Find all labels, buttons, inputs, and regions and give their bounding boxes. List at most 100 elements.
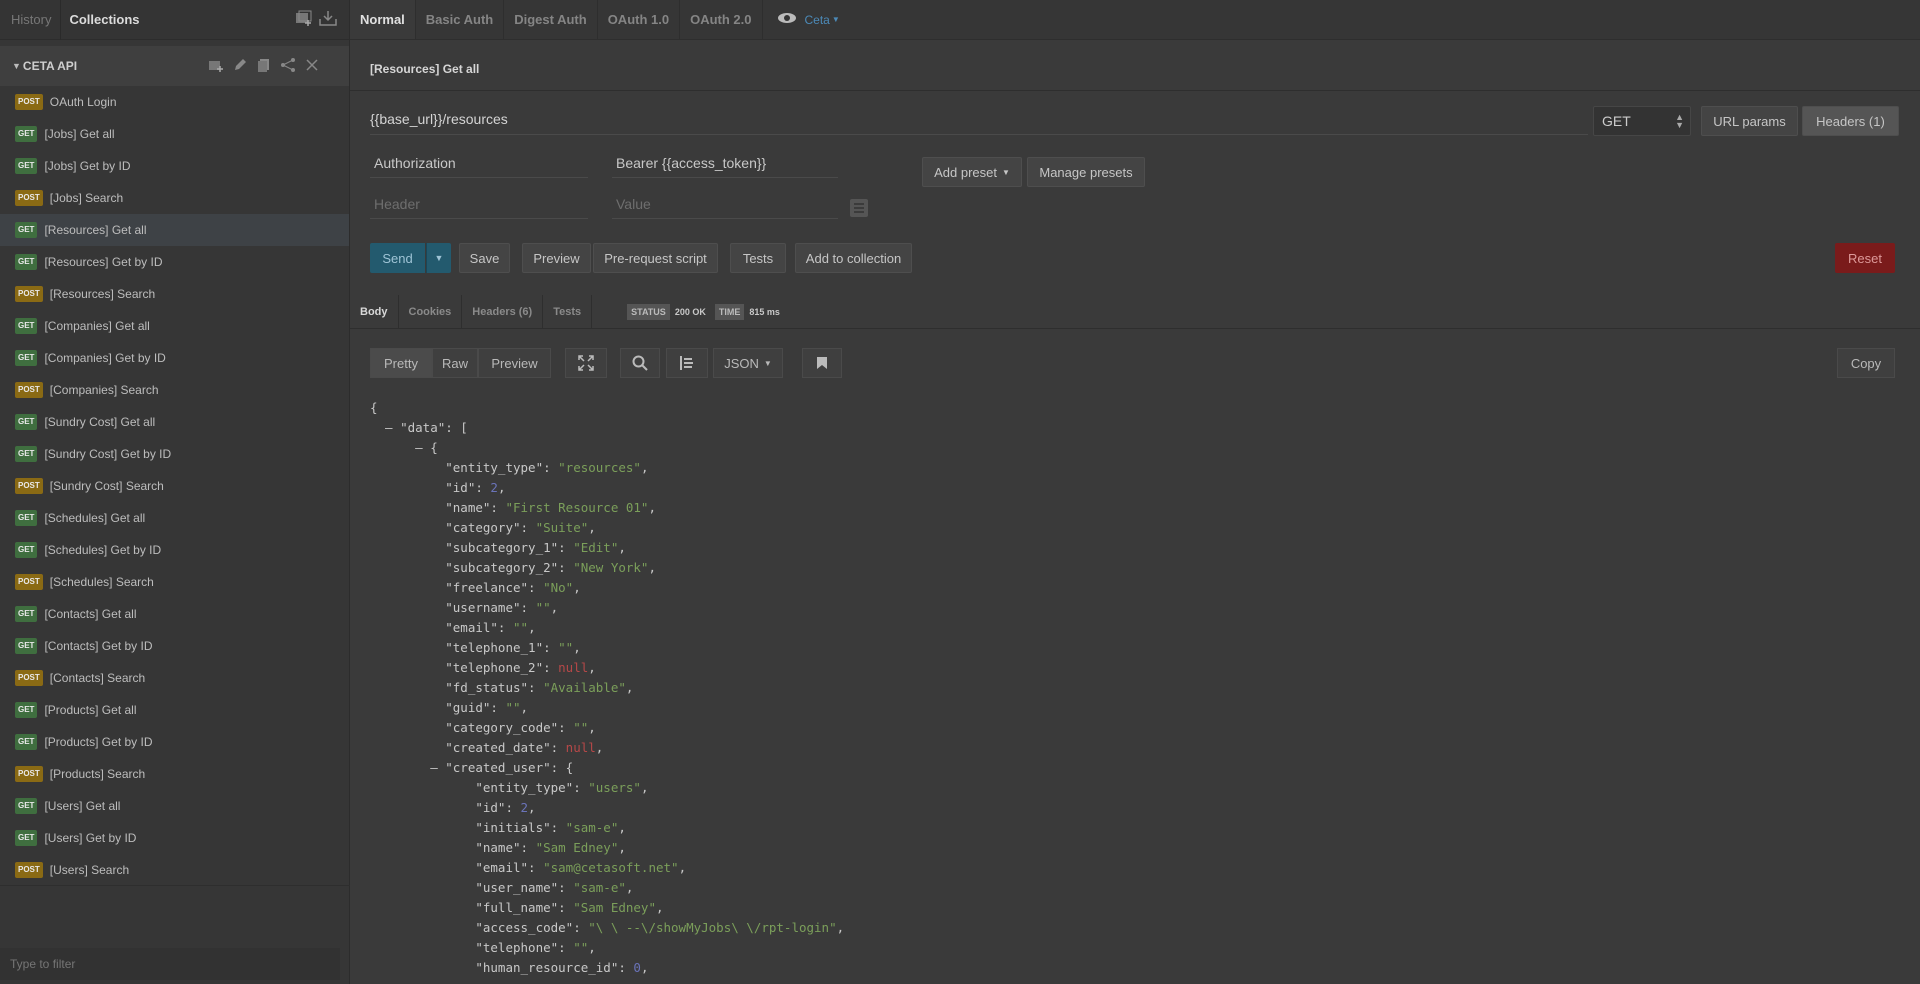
request-item[interactable]: GET [Companies] Get all <box>0 310 349 342</box>
response-tabs: Body Cookies Headers (6) Tests STATUS 20… <box>350 295 1920 329</box>
headers-button[interactable]: Headers (1) <box>1802 106 1899 136</box>
collection-header[interactable]: ▼ CETA API <box>0 46 349 86</box>
json-line: "access_code": "\ \ --\/showMyJobs\ \/rp… <box>370 918 844 938</box>
share-icon[interactable] <box>279 57 297 73</box>
request-item[interactable]: POST [Companies] Search <box>0 374 349 406</box>
request-item[interactable]: GET [Users] Get by ID <box>0 822 349 854</box>
tab-response-headers[interactable]: Headers (6) <box>462 295 544 328</box>
tab-response-tests[interactable]: Tests <box>543 295 593 328</box>
manage-presets-button[interactable]: Manage presets <box>1027 157 1145 187</box>
duplicate-icon[interactable] <box>255 57 273 73</box>
tab-normal[interactable]: Normal <box>350 0 416 39</box>
collapse-triangle-icon[interactable]: ▼ <box>12 61 21 71</box>
request-item[interactable]: GET [Sundry Cost] Get by ID <box>0 438 349 470</box>
tab-oauth1[interactable]: OAuth 1.0 <box>598 0 681 39</box>
import-icon[interactable] <box>319 10 337 26</box>
delete-icon[interactable] <box>303 57 321 73</box>
edit-icon[interactable] <box>231 57 249 73</box>
prerequest-script-button[interactable]: Pre-request script <box>593 243 718 273</box>
pretty-button[interactable]: Pretty <box>370 348 432 378</box>
add-to-collection-button[interactable]: Add to collection <box>795 243 912 273</box>
new-collection-icon[interactable] <box>295 10 313 26</box>
send-options-chevron-icon[interactable]: ▼ <box>426 243 451 273</box>
json-token: , <box>618 540 626 555</box>
raw-button[interactable]: Raw <box>432 348 478 378</box>
json-token: , <box>678 860 687 875</box>
json-line: "name": "First Resource 01", <box>370 498 844 518</box>
environment-selector[interactable]: Ceta ▼ <box>777 0 840 39</box>
request-item[interactable]: POST [Schedules] Search <box>0 566 349 598</box>
header-value-field[interactable]: Bearer {{access_token}} <box>612 152 838 178</box>
url-params-button[interactable]: URL params <box>1701 106 1798 136</box>
request-item[interactable]: GET [Companies] Get by ID <box>0 342 349 374</box>
filter-input[interactable] <box>0 948 340 980</box>
tab-history[interactable]: History <box>11 12 51 27</box>
fullscreen-icon[interactable] <box>565 348 607 378</box>
method-select[interactable]: GET ▲ ▼ <box>1593 106 1691 136</box>
sidebar-tools <box>295 10 337 26</box>
request-item[interactable]: GET [Jobs] Get by ID <box>0 150 349 182</box>
header-key-field[interactable]: Authorization <box>370 152 588 178</box>
json-token: 0 <box>633 960 641 975</box>
request-item[interactable]: POST [Sundry Cost] Search <box>0 470 349 502</box>
search-icon[interactable] <box>620 348 660 378</box>
request-item[interactable]: GET [Resources] Get all <box>0 214 349 246</box>
bookmark-icon[interactable] <box>802 348 842 378</box>
response-preview-button[interactable]: Preview <box>478 348 551 378</box>
send-button[interactable]: Send <box>370 243 425 273</box>
json-token: "users" <box>588 780 641 795</box>
request-item[interactable]: GET [Resources] Get by ID <box>0 246 349 278</box>
header-value-placeholder-field[interactable]: Value <box>612 193 838 219</box>
request-item[interactable]: GET [Users] Get all <box>0 790 349 822</box>
request-item[interactable]: GET [Products] Get all <box>0 694 349 726</box>
json-token: "id": <box>370 480 491 495</box>
request-label: [Jobs] Get all <box>44 127 115 141</box>
json-token: , <box>588 720 596 735</box>
url-input[interactable]: {{base_url}}/resources <box>370 107 1588 135</box>
add-preset-button[interactable]: Add preset ▼ <box>922 157 1022 187</box>
bulk-edit-icon[interactable] <box>850 199 868 217</box>
add-folder-icon[interactable] <box>207 57 225 73</box>
save-button[interactable]: Save <box>459 243 510 273</box>
tests-button[interactable]: Tests <box>730 243 786 273</box>
json-token: , <box>640 460 649 475</box>
request-item[interactable]: GET [Jobs] Get all <box>0 118 349 150</box>
tab-collections[interactable]: Collections <box>69 12 139 27</box>
json-token: null <box>565 740 596 755</box>
wrap-icon[interactable] <box>666 348 708 378</box>
header-key-placeholder-field[interactable]: Header <box>370 193 588 219</box>
json-token: "" <box>535 600 551 615</box>
eye-icon[interactable] <box>777 11 797 29</box>
request-item[interactable]: GET [Contacts] Get all <box>0 598 349 630</box>
request-item[interactable]: POST [Resources] Search <box>0 278 349 310</box>
environment-name[interactable]: Ceta <box>805 13 830 27</box>
json-token: "username": <box>370 600 536 615</box>
tab-cookies[interactable]: Cookies <box>399 295 463 328</box>
reset-button[interactable]: Reset <box>1835 243 1895 273</box>
request-label: [Companies] Get by ID <box>44 351 166 365</box>
tab-divider <box>60 0 61 40</box>
request-item[interactable]: POST OAuth Login <box>0 86 349 118</box>
json-line: "entity_type": "resources", <box>370 458 844 478</box>
request-item[interactable]: GET [Sundry Cost] Get all <box>0 406 349 438</box>
sidebar-divider <box>0 885 350 886</box>
preview-button[interactable]: Preview <box>522 243 591 273</box>
json-line: "telephone": "", <box>370 938 844 958</box>
request-item[interactable]: GET [Products] Get by ID <box>0 726 349 758</box>
request-item[interactable]: GET [Schedules] Get all <box>0 502 349 534</box>
format-select[interactable]: JSON ▼ <box>713 348 783 378</box>
request-item[interactable]: GET [Contacts] Get by ID <box>0 630 349 662</box>
tab-body[interactable]: Body <box>350 295 399 328</box>
request-item[interactable]: POST [Users] Search <box>0 854 349 886</box>
copy-button[interactable]: Copy <box>1837 348 1895 378</box>
tab-digest-auth[interactable]: Digest Auth <box>504 0 598 39</box>
request-item[interactable]: POST [Products] Search <box>0 758 349 790</box>
request-item[interactable]: POST [Jobs] Search <box>0 182 349 214</box>
tab-basic-auth[interactable]: Basic Auth <box>416 0 505 39</box>
request-item[interactable]: GET [Schedules] Get by ID <box>0 534 349 566</box>
json-token: "entity_type": <box>370 780 589 795</box>
json-line: "initials": "sam-e", <box>370 818 844 838</box>
tab-oauth2[interactable]: OAuth 2.0 <box>680 0 763 39</box>
json-token: , <box>520 700 529 715</box>
request-item[interactable]: POST [Contacts] Search <box>0 662 349 694</box>
